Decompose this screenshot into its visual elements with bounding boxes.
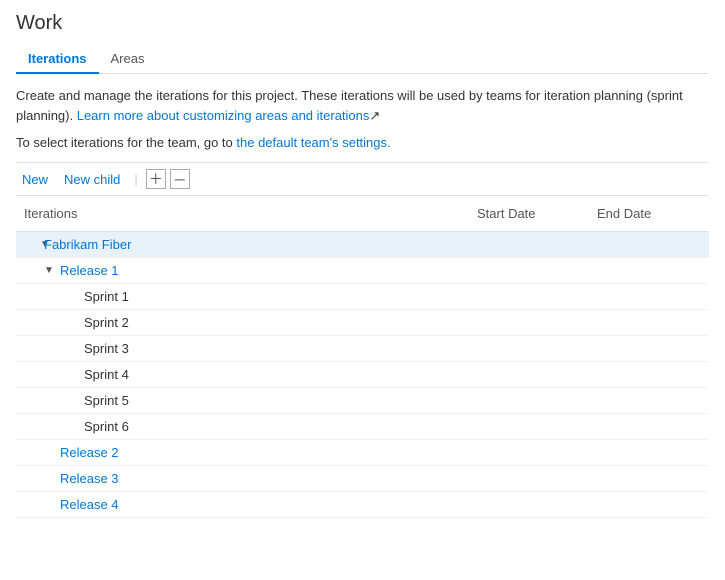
iteration-label: Fabrikam Fiber [44,237,131,252]
end-date-cell [589,284,709,309]
table-row[interactable]: ▼ Fabrikam Fiber [16,232,709,258]
end-date-cell [589,258,709,283]
start-date-cell [469,258,589,283]
start-date-cell [469,284,589,309]
iteration-label: Sprint 5 [84,393,129,408]
iteration-name-cell[interactable]: Sprint 3 [16,336,469,361]
col-header-start-date: Start Date [469,202,589,225]
table-row[interactable]: Sprint 1 [16,284,709,310]
toolbar: New New child | ＋ ─ [16,162,709,196]
toolbar-separator: | [134,172,137,187]
collapse-all-button[interactable]: ─ [170,169,190,189]
start-date-cell [469,492,589,517]
end-date-cell [589,492,709,517]
end-date-cell [589,336,709,361]
end-date-cell [589,232,709,257]
iteration-label: Release 4 [60,497,119,512]
expand-all-button[interactable]: ＋ [146,169,166,189]
table-row[interactable]: Release 4 [16,492,709,518]
collapse-icon: ─ [175,171,185,187]
tab-iterations[interactable]: Iterations [16,45,99,74]
table-row[interactable]: Release 3 [16,466,709,492]
expand-icon: ＋ [149,169,163,189]
table-row[interactable]: Sprint 4 [16,362,709,388]
end-date-cell [589,310,709,335]
start-date-cell [469,310,589,335]
end-date-cell [589,414,709,439]
iteration-name-cell[interactable]: Release 4 [16,492,469,517]
start-date-cell [469,362,589,387]
iteration-name-cell[interactable]: Sprint 4 [16,362,469,387]
chevron-down-icon: ▼ [44,265,56,277]
table-row[interactable]: Sprint 2 [16,310,709,336]
iteration-name-cell[interactable]: ▼ Release 1 [16,258,469,283]
iteration-label: Release 2 [60,445,119,460]
tab-areas[interactable]: Areas [99,45,157,74]
iteration-name-cell[interactable]: Sprint 2 [16,310,469,335]
iteration-name-cell[interactable]: Sprint 5 [16,388,469,413]
col-header-iterations: Iterations [16,202,469,225]
iteration-label: Sprint 2 [84,315,129,330]
tabs-bar: Iterations Areas [16,45,709,74]
table-row[interactable]: Sprint 6 [16,414,709,440]
start-date-cell [469,232,589,257]
start-date-cell [469,336,589,361]
end-date-cell [589,466,709,491]
end-date-cell [589,440,709,465]
col-header-end-date: End Date [589,202,709,225]
iteration-name-cell[interactable]: Release 2 [16,440,469,465]
start-date-cell [469,414,589,439]
start-date-cell [469,466,589,491]
description-link[interactable]: Learn more about customizing areas and i… [77,108,370,123]
iteration-label: Sprint 3 [84,341,129,356]
select-info-part1: To select iterations for the team, go to [16,135,236,150]
table-row[interactable]: Sprint 5 [16,388,709,414]
page-title: Work [16,12,709,35]
iteration-name-cell[interactable]: Release 3 [16,466,469,491]
select-info-link[interactable]: the default team's settings. [236,135,390,150]
table-header: Iterations Start Date End Date [16,196,709,232]
iteration-label: Sprint 4 [84,367,129,382]
start-date-cell [469,440,589,465]
description-text: Create and manage the iterations for thi… [16,86,709,125]
iteration-name-cell[interactable]: Sprint 1 [16,284,469,309]
new-child-button[interactable]: New child [58,170,126,189]
table-row[interactable]: ▼ Release 1 [16,258,709,284]
iteration-label: Sprint 1 [84,289,129,304]
iteration-name-cell[interactable]: Sprint 6 [16,414,469,439]
table-row[interactable]: Sprint 3 [16,336,709,362]
page-container: Work Iterations Areas Create and manage … [0,0,725,530]
end-date-cell [589,362,709,387]
end-date-cell [589,388,709,413]
iteration-label: Release 1 [60,263,119,278]
iteration-label: Sprint 6 [84,419,129,434]
chevron-down-icon: ▼ [24,239,40,251]
table-row[interactable]: Release 2 [16,440,709,466]
new-button[interactable]: New [16,170,54,189]
start-date-cell [469,388,589,413]
iteration-label: Release 3 [60,471,119,486]
iterations-table: ▼ Fabrikam Fiber ▼ Release 1 Sprint 1 [16,232,709,518]
select-info: To select iterations for the team, go to… [16,135,709,150]
iteration-name-cell[interactable]: ▼ Fabrikam Fiber [16,232,469,257]
